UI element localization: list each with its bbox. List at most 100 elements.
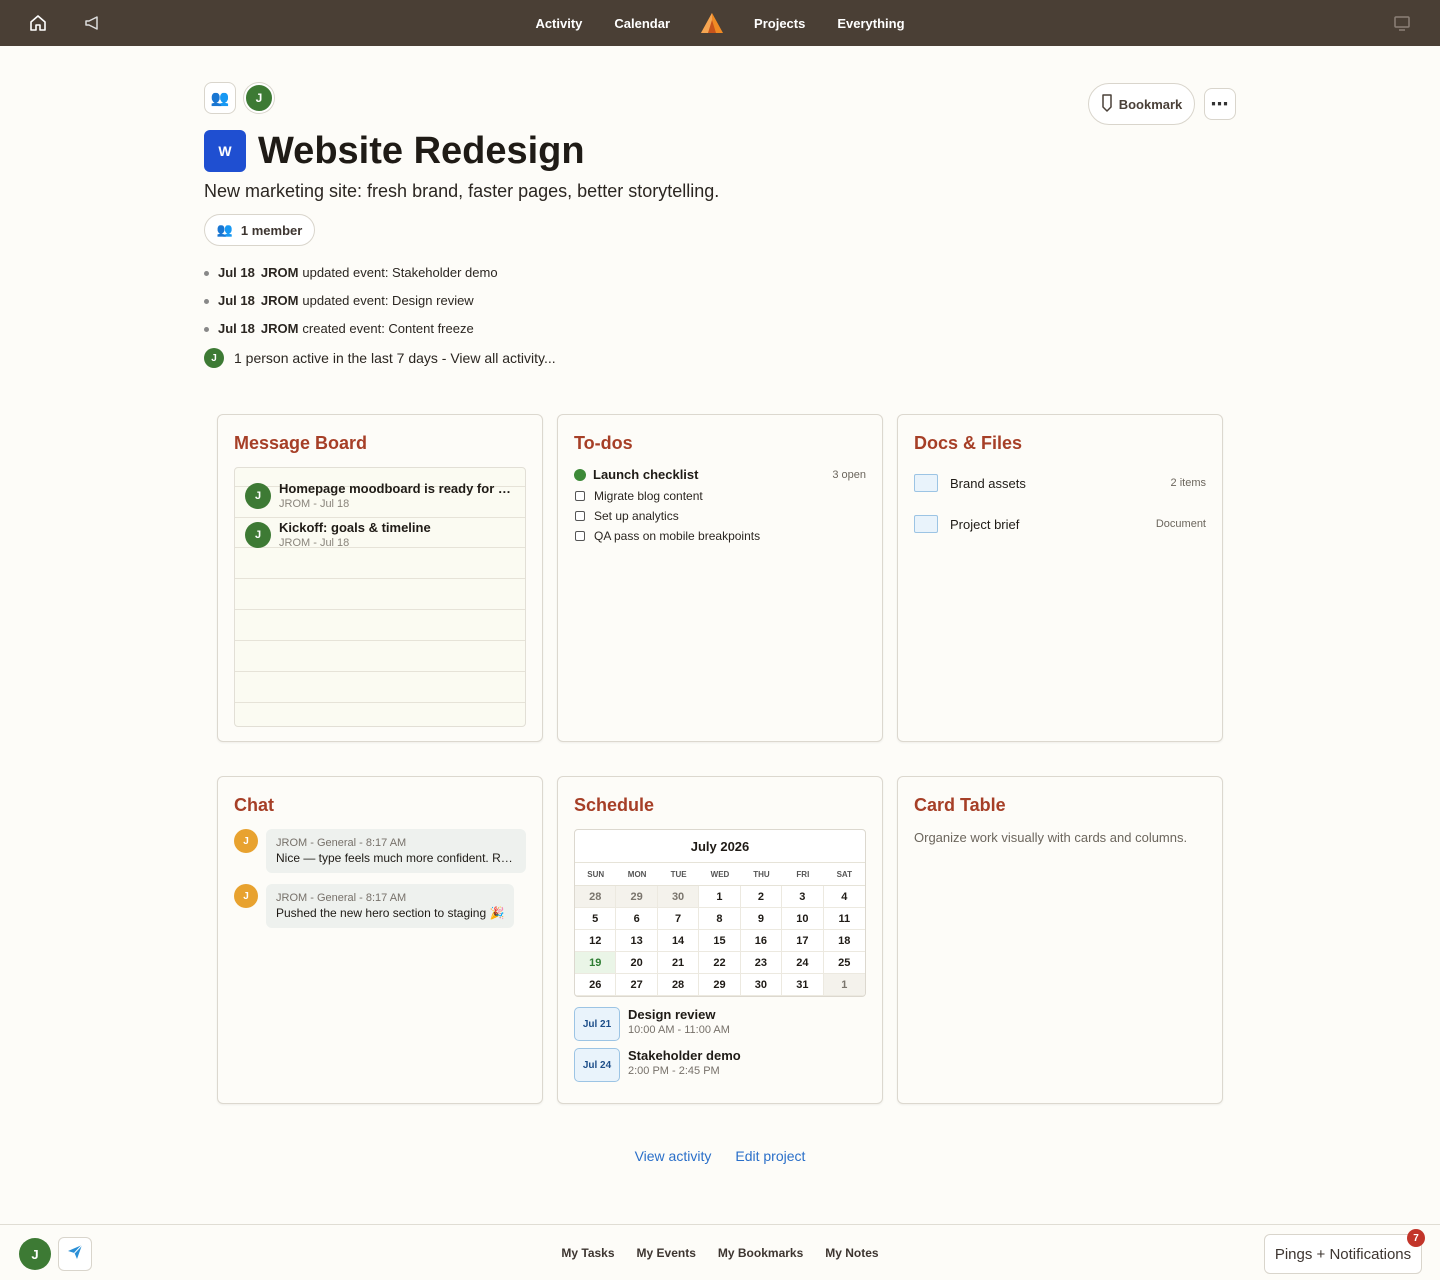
- edit-project-link[interactable]: Edit project: [735, 1148, 805, 1164]
- nav-projects[interactable]: Projects: [738, 16, 821, 31]
- send-button[interactable]: [58, 1237, 92, 1271]
- calendar-day[interactable]: 25: [823, 952, 865, 974]
- activity-item: Jul 18 JROM updated event: Design review: [204, 286, 498, 314]
- card-title[interactable]: Card Table: [914, 795, 1006, 816]
- todo-item[interactable]: Migrate blog content: [575, 489, 703, 503]
- view-activity-link[interactable]: View activity: [635, 1148, 712, 1164]
- calendar-day[interactable]: 28: [575, 886, 617, 908]
- calendar-day[interactable]: 22: [699, 952, 741, 974]
- calendar-day[interactable]: 10: [782, 908, 824, 930]
- calendar-day[interactable]: 17: [782, 930, 824, 952]
- todo-item[interactable]: QA pass on mobile breakpoints: [575, 529, 760, 543]
- doc-item[interactable]: Project brief Document: [914, 515, 1206, 533]
- calendar-day[interactable]: 7: [657, 908, 700, 930]
- chat-message[interactable]: J JROM - General - 8:17 AM Pushed the ne…: [234, 884, 515, 928]
- schedule-event[interactable]: Jul 24 Stakeholder demo 2:00 PM - 2:45 P…: [574, 1048, 741, 1082]
- chat-message[interactable]: J JROM - General - 8:17 AM Nice — type f…: [234, 829, 526, 873]
- todo-list-header[interactable]: Launch checklist 3 open: [574, 467, 866, 482]
- checkbox[interactable]: [575, 531, 585, 541]
- checkbox[interactable]: [575, 511, 585, 521]
- message-item[interactable]: J Homepage moodboard is ready for review…: [245, 481, 515, 510]
- my-events-link[interactable]: My Events: [637, 1246, 696, 1260]
- chat-card[interactable]: Chat J JROM - General - 8:17 AM Nice — t…: [217, 776, 543, 1104]
- nav-everything[interactable]: Everything: [821, 16, 920, 31]
- card-title[interactable]: Message Board: [234, 433, 367, 454]
- calendar-day[interactable]: 31: [782, 974, 824, 996]
- docs-files-card[interactable]: Docs & Files Brand assets 2 items Projec…: [897, 414, 1223, 742]
- card-title[interactable]: Docs & Files: [914, 433, 1022, 454]
- my-tasks-link[interactable]: My Tasks: [561, 1246, 614, 1260]
- bookmark-label: Bookmark: [1118, 96, 1183, 112]
- card-title[interactable]: Schedule: [574, 795, 654, 816]
- calendar-day[interactable]: 29: [699, 974, 741, 996]
- calendar-day[interactable]: 19: [575, 952, 617, 974]
- activity-text[interactable]: updated event: Stakeholder demo: [302, 265, 497, 280]
- calendar-day[interactable]: 2: [740, 886, 783, 908]
- checkbox[interactable]: [575, 491, 585, 501]
- calendar-day[interactable]: 27: [616, 974, 658, 996]
- card-table-card[interactable]: Card Table Organize work visually with c…: [897, 776, 1223, 1104]
- todo-item[interactable]: Set up analytics: [575, 509, 679, 523]
- card-title[interactable]: To-dos: [574, 433, 633, 454]
- activity-summary[interactable]: J 1 person active in the last 7 days - V…: [204, 348, 556, 368]
- avatar[interactable]: J: [19, 1238, 51, 1270]
- calendar-day[interactable]: 23: [740, 952, 783, 974]
- more-options-button[interactable]: ⋯: [1204, 88, 1236, 120]
- chat-meta: JROM - General - 8:17 AM: [276, 837, 407, 849]
- event-date: Jul 24: [574, 1048, 620, 1082]
- progress-dot-icon: [574, 468, 586, 481]
- event-date: Jul 21: [574, 1007, 620, 1041]
- schedule-card[interactable]: Schedule July 2026 SUN MON TUE WED THU FRI SAT…: [557, 776, 883, 1104]
- calendar-day[interactable]: 1: [823, 974, 865, 996]
- calendar-day[interactable]: 24: [782, 952, 824, 974]
- calendar-day[interactable]: 5: [575, 908, 617, 930]
- todo-count: 3 open: [832, 468, 866, 481]
- folder-icon: [914, 474, 938, 492]
- activity-text[interactable]: updated event: Design review: [302, 293, 473, 308]
- calendar-day[interactable]: 26: [575, 974, 617, 996]
- chat-bubble: JROM - General - 8:17 AM Nice — type fee…: [266, 829, 526, 873]
- avatar[interactable]: J: [244, 83, 274, 113]
- calendar-day[interactable]: 12: [575, 930, 617, 952]
- pings-notifications-button[interactable]: Pings + Notifications 7: [1264, 1229, 1425, 1274]
- campfire-logo-icon[interactable]: [698, 9, 726, 37]
- event-title: Design review: [628, 1007, 716, 1022]
- chat-meta: JROM - General - 8:17 AM: [276, 892, 407, 904]
- message-board-card[interactable]: Message Board J Homepage moodboard is re…: [217, 414, 543, 742]
- calendar-day[interactable]: 11: [823, 908, 865, 930]
- calendar-day[interactable]: 30: [740, 974, 783, 996]
- doc-item[interactable]: Brand assets 2 items: [914, 474, 1206, 492]
- todos-card[interactable]: To-dos Launch checklist 3 open Migrate b…: [557, 414, 883, 742]
- screen-icon[interactable]: [1391, 12, 1413, 34]
- bookmark-button[interactable]: Bookmark: [1088, 83, 1195, 125]
- nav-calendar[interactable]: Calendar: [598, 16, 686, 31]
- calendar-day[interactable]: 9: [740, 908, 783, 930]
- calendar-weekday: SAT: [823, 863, 865, 886]
- members-button[interactable]: 👥 1 member: [204, 214, 315, 246]
- message-item[interactable]: J Kickoff: goals & timeline JROM - Jul 1…: [245, 520, 515, 549]
- calendar-day[interactable]: 15: [699, 930, 741, 952]
- activity-summary-text[interactable]: 1 person active in the last 7 days - Vie…: [234, 350, 556, 366]
- card-title[interactable]: Chat: [234, 795, 274, 816]
- activity-text[interactable]: created event: Content freeze: [302, 321, 473, 336]
- calendar-day[interactable]: 1: [699, 886, 741, 908]
- calendar-day[interactable]: 28: [657, 974, 700, 996]
- calendar-day[interactable]: 8: [699, 908, 741, 930]
- calendar-day[interactable]: 4: [823, 886, 865, 908]
- primary-nav: Activity Calendar Projects Everything: [0, 0, 1440, 46]
- calendar-day[interactable]: 14: [657, 930, 700, 952]
- my-bookmarks-link[interactable]: My Bookmarks: [718, 1246, 803, 1260]
- calendar-day[interactable]: 6: [616, 908, 658, 930]
- people-button[interactable]: 👥: [204, 82, 236, 114]
- my-notes-link[interactable]: My Notes: [825, 1246, 878, 1260]
- schedule-event[interactable]: Jul 21 Design review 10:00 AM - 11:00 AM: [574, 1007, 730, 1041]
- calendar-day[interactable]: 3: [782, 886, 824, 908]
- calendar-day[interactable]: 21: [657, 952, 700, 974]
- calendar-day[interactable]: 29: [616, 886, 658, 908]
- nav-activity[interactable]: Activity: [519, 16, 598, 31]
- calendar-day[interactable]: 30: [657, 886, 700, 908]
- calendar-day[interactable]: 18: [823, 930, 865, 952]
- calendar-day[interactable]: 13: [616, 930, 658, 952]
- calendar-day[interactable]: 16: [740, 930, 783, 952]
- calendar-day[interactable]: 20: [616, 952, 658, 974]
